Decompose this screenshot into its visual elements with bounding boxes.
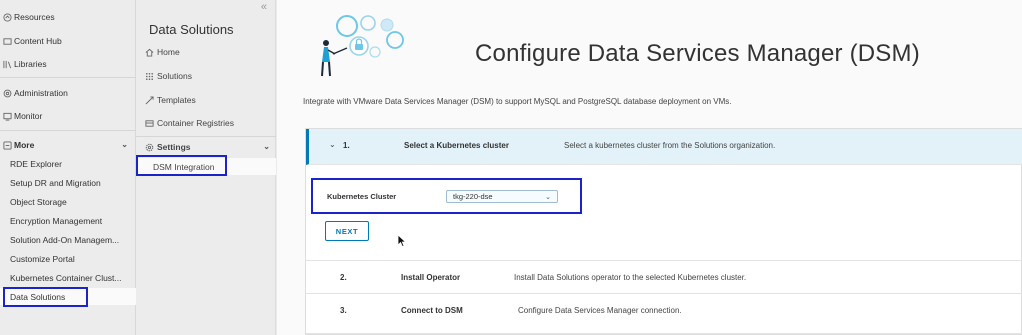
resources-icon <box>2 12 12 22</box>
gear-icon <box>144 142 154 152</box>
nav-more-toggle[interactable]: More ⌄ <box>0 137 136 153</box>
dsm-illustration <box>321 15 404 77</box>
subnav-item-label: Templates <box>157 95 196 105</box>
nav-item-label: Libraries <box>14 59 47 69</box>
subnav-item-label: Home <box>157 47 180 57</box>
step-number: 2. <box>340 273 347 282</box>
wizard-step-3[interactable]: 3. Connect to DSM Configure Data Service… <box>306 294 1022 334</box>
dsm-wizard: ⌄ 1. Select a Kubernetes cluster Select … <box>305 128 1022 335</box>
nav-item-content-hub[interactable]: Content Hub <box>0 33 136 49</box>
nav-item-label: Encryption Management <box>10 216 103 226</box>
nav-item-object-storage[interactable]: Object Storage <box>0 194 136 210</box>
subnav-settings-label: Settings <box>157 142 191 152</box>
nav-item-label: Customize Portal <box>10 254 75 264</box>
next-button[interactable]: NEXT <box>325 221 369 241</box>
nav-item-monitor[interactable]: Monitor <box>0 108 136 124</box>
step-description: Install Data Solutions operator to the s… <box>514 273 747 282</box>
nav-item-solution-addon[interactable]: Solution Add-On Managem... <box>0 232 136 248</box>
subnav-settings-toggle[interactable]: Settings ⌄ <box>136 139 276 155</box>
step-number: 1. <box>343 141 350 150</box>
nav-item-label: Setup DR and Migration <box>10 178 101 188</box>
nav-item-customize-portal[interactable]: Customize Portal <box>0 251 136 267</box>
nav-item-resources[interactable]: Resources <box>0 9 136 25</box>
step-name: Select a Kubernetes cluster <box>404 141 509 150</box>
step-description: Configure Data Services Manager connecti… <box>518 306 682 315</box>
nav-item-rde-explorer[interactable]: RDE Explorer <box>0 156 136 172</box>
wizard-step-2[interactable]: 2. Install Operator Install Data Solutio… <box>306 260 1022 294</box>
step-name: Install Operator <box>401 273 461 282</box>
subnav-item-templates[interactable]: Templates <box>136 92 276 108</box>
container-registries-icon <box>144 118 154 128</box>
page-title: Configure Data Services Manager (DSM) <box>475 40 920 67</box>
nav-item-label: Administration <box>14 88 68 98</box>
left-nav: Resources Content Hub Libraries Administ… <box>0 0 136 335</box>
chevron-down-icon: ⌄ <box>329 140 336 149</box>
nav-more-label: More <box>14 140 35 150</box>
collapse-icon[interactable]: « <box>261 1 267 13</box>
subnav-item-home[interactable]: Home <box>136 44 276 60</box>
main-content: Configure Data Services Manager (DSM) In… <box>277 0 1022 335</box>
libraries-icon <box>2 59 12 69</box>
templates-icon <box>144 95 154 105</box>
nav-item-label: Kubernetes Container Clust... <box>10 273 122 283</box>
nav-divider <box>0 77 136 78</box>
nav-item-libraries[interactable]: Libraries <box>0 56 136 72</box>
nav-item-setup-dr[interactable]: Setup DR and Migration <box>0 175 136 191</box>
highlight-box <box>311 178 582 214</box>
step-number: 3. <box>340 306 347 315</box>
monitor-icon <box>2 111 12 121</box>
highlight-box <box>136 155 227 176</box>
more-icon <box>2 140 12 150</box>
subnav-item-label: Container Registries <box>157 118 235 128</box>
nav-item-label: Object Storage <box>10 197 67 207</box>
highlight-box <box>3 287 88 307</box>
step-name: Connect to DSM <box>401 306 463 315</box>
nav-item-encryption[interactable]: Encryption Management <box>0 213 136 229</box>
chevron-down-icon: ⌄ <box>121 140 128 149</box>
nav-item-label: Monitor <box>14 111 43 121</box>
subnav-item-label: Solutions <box>157 71 192 81</box>
nav-item-kubernetes-clusters[interactable]: Kubernetes Container Clust... <box>0 270 136 286</box>
nav-item-label: RDE Explorer <box>10 159 62 169</box>
chevron-down-icon: ⌄ <box>263 142 270 151</box>
content-hub-icon <box>2 36 12 46</box>
wizard-step-1[interactable]: ⌄ 1. Select a Kubernetes cluster Select … <box>306 129 1022 165</box>
nav-item-label: Solution Add-On Managem... <box>10 235 120 245</box>
page-intro: Integrate with VMware Data Services Mana… <box>303 97 732 106</box>
administration-icon <box>2 88 12 98</box>
nav-item-administration[interactable]: Administration <box>0 85 136 101</box>
nav-divider <box>0 130 136 131</box>
mouse-cursor-icon <box>397 234 407 248</box>
subnav-item-solutions[interactable]: Solutions <box>136 68 276 84</box>
subnav-title: Data Solutions <box>149 22 234 37</box>
subnav-item-container-registries[interactable]: Container Registries <box>136 115 276 131</box>
nav-item-label: Content Hub <box>14 36 62 46</box>
solutions-icon <box>144 71 154 81</box>
step-description: Select a kubernetes cluster from the Sol… <box>564 141 776 150</box>
nav-item-label: Resources <box>14 12 55 22</box>
home-icon <box>144 47 154 57</box>
subnav-divider <box>136 136 276 137</box>
